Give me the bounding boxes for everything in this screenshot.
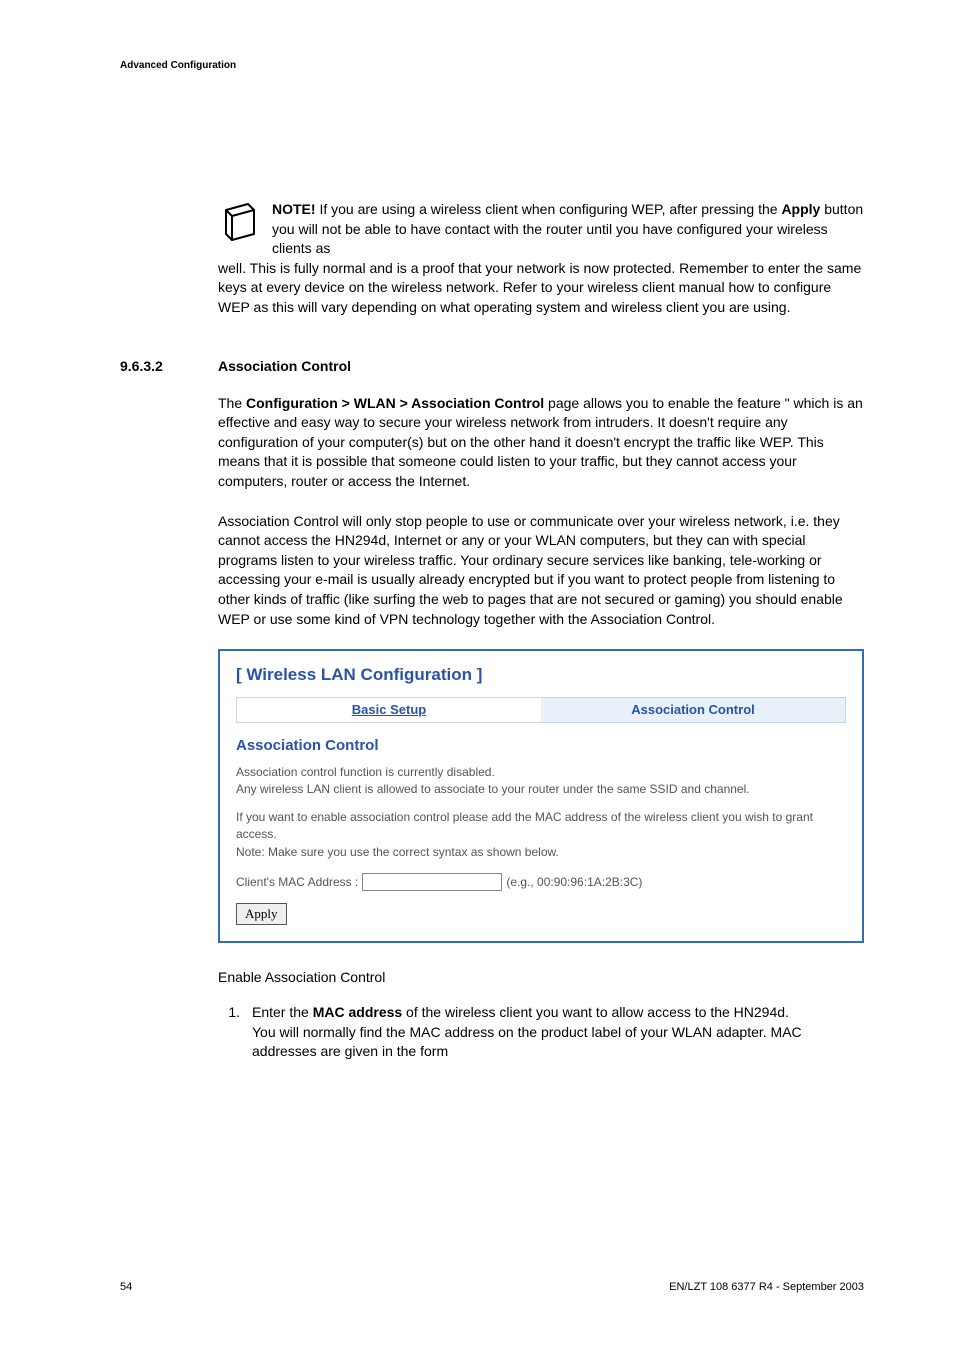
screenshot-status-line1: Association control function is currentl… xyxy=(236,765,495,779)
paragraph-1: The Configuration > WLAN > Association C… xyxy=(218,394,864,492)
note-apply-word: Apply xyxy=(781,201,820,217)
section-title: Association Control xyxy=(218,358,351,374)
page-footer: 54 EN/LZT 108 6377 R4 - September 2003 xyxy=(120,1281,864,1293)
screenshot-status: Association control function is currentl… xyxy=(236,764,846,799)
screenshot-subtitle: Association Control xyxy=(236,737,846,754)
list-item-body-a: Enter the xyxy=(252,1004,313,1020)
para1-lead: The xyxy=(218,395,246,411)
note-block: NOTE! If you are using a wireless client… xyxy=(218,200,864,318)
note-rest: well. This is fully normal and is a proo… xyxy=(218,260,861,315)
mac-address-row: Client's MAC Address : (e.g., 00:90:96:1… xyxy=(236,873,846,891)
para1-bold: Configuration > WLAN > Association Contr… xyxy=(246,395,544,411)
screenshot-status-line2: Any wireless LAN client is allowed to as… xyxy=(236,782,750,796)
screenshot-instruction: If you want to enable association contro… xyxy=(236,809,846,861)
note-line-a: If you are using a wireless client when … xyxy=(316,201,782,217)
para2-text: Association Control will only stop peopl… xyxy=(218,513,843,627)
paragraph-2: Association Control will only stop peopl… xyxy=(218,512,864,630)
tab-basic-setup[interactable]: Basic Setup xyxy=(237,698,541,722)
tab-association-control[interactable]: Association Control xyxy=(541,698,845,722)
page-header: Advanced Configuration xyxy=(120,60,236,71)
list-item-number: 1. xyxy=(218,1003,252,1062)
list-item-body: Enter the MAC address of the wireless cl… xyxy=(252,1003,864,1062)
section-number: 9.6.3.2 xyxy=(120,358,218,374)
list-item: 1. Enter the MAC address of the wireless… xyxy=(218,1003,864,1062)
list-item-body-b: of the wireless client you want to allow… xyxy=(402,1004,789,1020)
tab-bar: Basic Setup Association Control xyxy=(236,697,846,723)
note-heading: NOTE! xyxy=(272,201,316,217)
ordered-list: 1. Enter the MAC address of the wireless… xyxy=(218,1003,864,1062)
wlan-config-screenshot: [ Wireless LAN Configuration ] Basic Set… xyxy=(218,649,864,943)
section-heading-row: 9.6.3.2 Association Control xyxy=(120,358,864,374)
screenshot-title: [ Wireless LAN Configuration ] xyxy=(236,665,846,685)
list-item-body-c: You will normally find the MAC address o… xyxy=(252,1024,802,1060)
enable-association-label: Enable Association Control xyxy=(218,969,864,985)
screenshot-instruction-line1: If you want to enable association contro… xyxy=(236,810,813,841)
screenshot-instruction-line2: Note: Make sure you use the correct synt… xyxy=(236,845,559,859)
mac-address-hint: (e.g., 00:90:96:1A:2B:3C) xyxy=(506,875,642,889)
note-icon xyxy=(218,200,262,250)
mac-address-label: Client's MAC Address : xyxy=(236,875,358,889)
mac-address-input[interactable] xyxy=(362,873,502,891)
apply-button[interactable]: Apply xyxy=(236,903,287,925)
list-item-body-bold: MAC address xyxy=(313,1004,402,1020)
page-number: 54 xyxy=(120,1281,132,1293)
doc-reference: EN/LZT 108 6377 R4 - September 2003 xyxy=(669,1281,864,1293)
